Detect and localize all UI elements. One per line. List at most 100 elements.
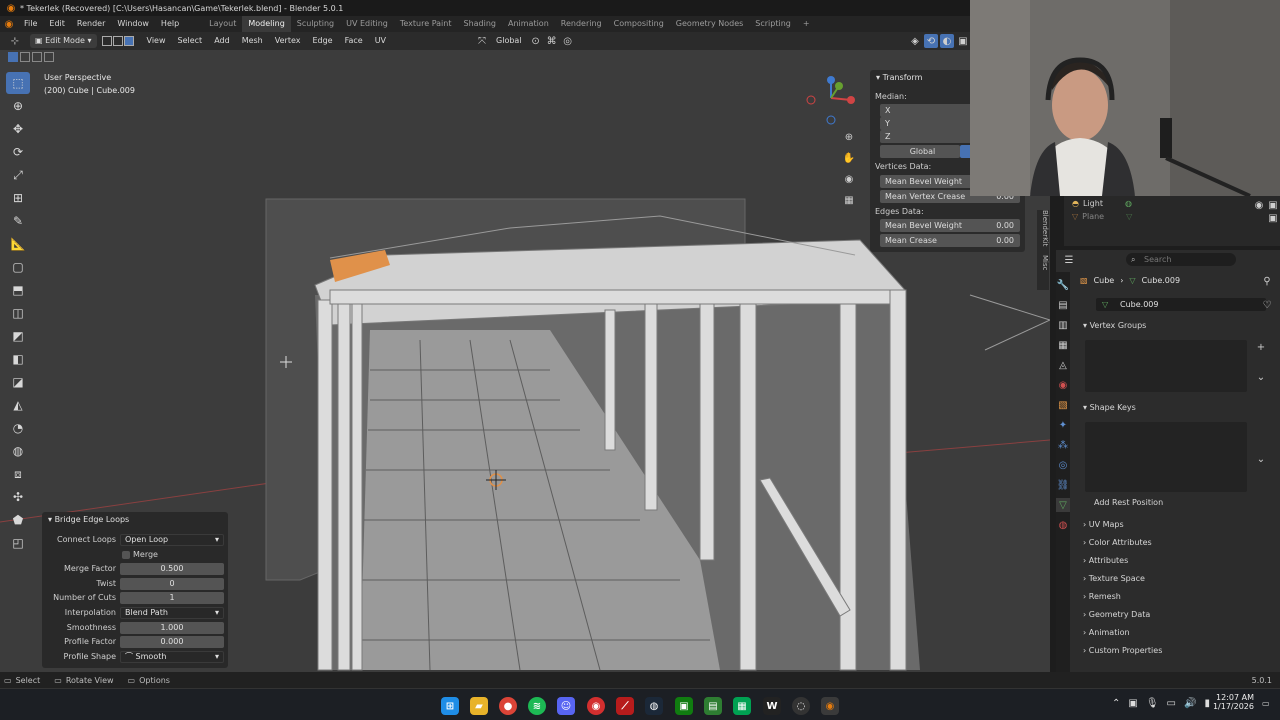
section-remesh[interactable]: › Remesh (1083, 589, 1273, 605)
object-tab-icon[interactable]: ▧ (1056, 398, 1070, 412)
merge-factor-field[interactable]: 0.500 (120, 563, 224, 575)
eye-icon[interactable]: ◉ (1252, 198, 1266, 212)
outliner-row-light[interactable]: ◓ Light ◍ (1072, 199, 1132, 208)
fake-user-icon[interactable]: ♡ (1260, 298, 1274, 312)
select-tool-icon[interactable]: ⬚ (6, 72, 30, 94)
menu-view[interactable]: View (142, 33, 171, 49)
add-rest-position-row[interactable]: Add Rest Position (1086, 495, 1276, 511)
section-geometry-data[interactable]: › Geometry Data (1083, 607, 1273, 623)
props-editor-type-icon[interactable]: ☰ (1062, 253, 1076, 267)
tab-compositing[interactable]: Compositing (608, 16, 670, 32)
section-animation[interactable]: › Animation (1083, 625, 1273, 641)
file-explorer-icon[interactable]: ▰ (470, 697, 488, 715)
camera-view-icon[interactable]: ◉ (842, 172, 856, 186)
menu-uv[interactable]: UV (370, 33, 391, 49)
bridge-header[interactable]: ▾ Bridge Edge Loops (48, 515, 129, 524)
data-tab-icon[interactable]: ▽ (1056, 498, 1070, 512)
measure-tool-icon[interactable]: 📐 (6, 233, 30, 255)
section-attributes[interactable]: › Attributes (1083, 553, 1273, 569)
add-cube-tool-icon[interactable]: ▢ (6, 256, 30, 278)
vertex-groups-panel-header[interactable]: ▾ Vertex Groups (1083, 318, 1273, 334)
chrome-icon[interactable]: ● (499, 697, 517, 715)
face-select-icon[interactable] (123, 36, 134, 46)
select-mode-buttons[interactable] (101, 36, 134, 46)
inset-tool-icon[interactable]: ◫ (6, 302, 30, 324)
ortho-toggle-icon[interactable]: ▦ (842, 193, 856, 207)
select-subtract-icon[interactable] (32, 52, 42, 62)
tab-blenderkit[interactable]: BlenderKit (1041, 210, 1049, 246)
bevel-tool-icon[interactable]: ◩ (6, 325, 30, 347)
vertex-select-icon[interactable] (101, 36, 112, 46)
extrude-tool-icon[interactable]: ⬒ (6, 279, 30, 301)
mode-select[interactable]: ▣ Edit Mode ▾ (30, 34, 97, 48)
overlay-icon[interactable]: ◐ (940, 34, 954, 48)
menu-help[interactable]: Help (155, 16, 185, 32)
smoothness-field[interactable]: 1.000 (120, 622, 224, 634)
edge-crease-field[interactable]: Mean Crease 0.00 (880, 234, 1020, 247)
move-tool-icon[interactable]: ✥ (6, 118, 30, 140)
tab-misc[interactable]: Misc (1041, 255, 1049, 270)
world-tab-icon[interactable]: ◉ (1056, 378, 1070, 392)
edge-bevel-weight-field[interactable]: Mean Bevel Weight 0.00 (880, 219, 1020, 232)
add-workspace-icon[interactable]: + (797, 16, 816, 32)
select-invert-icon[interactable] (44, 52, 54, 62)
edge-select-icon[interactable] (112, 36, 123, 46)
constraints-tab-icon[interactable]: ⛓ (1056, 478, 1070, 492)
smooth-tool-icon[interactable]: ◍ (6, 440, 30, 462)
pin-icon[interactable]: ⚲ (1260, 274, 1274, 288)
vertex-group-menu-icon[interactable]: ⌄ (1254, 370, 1268, 384)
select-box-modes[interactable] (8, 52, 54, 62)
tab-rendering[interactable]: Rendering (555, 16, 608, 32)
network-icon[interactable]: ▭ (1167, 698, 1176, 709)
tab-sculpting[interactable]: Sculpting (291, 16, 340, 32)
steam-icon[interactable]: ◍ (645, 697, 663, 715)
section-texture-space[interactable]: › Texture Space (1083, 571, 1273, 587)
edge-slide-tool-icon[interactable]: ⧈ (6, 463, 30, 485)
spotify-icon[interactable]: ≋ (528, 697, 546, 715)
scale-tool-icon[interactable]: ⤢ (6, 164, 30, 186)
menu-edit[interactable]: Edit (43, 16, 71, 32)
outliner-row-plane[interactable]: ▽ Plane ▽ (1072, 212, 1132, 221)
menu-file[interactable]: File (18, 16, 43, 32)
rotate-tool-icon[interactable]: ⟳ (6, 141, 30, 163)
tab-layout[interactable]: Layout (203, 16, 242, 32)
modifier-tab-icon[interactable]: ✦ (1056, 418, 1070, 432)
rip-tool-icon[interactable]: ◰ (6, 532, 30, 554)
section-custom-properties[interactable]: › Custom Properties (1083, 643, 1273, 659)
notifications-icon[interactable]: ▭ (1262, 699, 1270, 708)
app-slash-icon[interactable]: ⟋ (616, 697, 634, 715)
section-color-attributes[interactable]: › Color Attributes (1083, 535, 1273, 551)
volume-icon[interactable]: 🔊 (1184, 698, 1196, 709)
spin-tool-icon[interactable]: ◔ (6, 417, 30, 439)
transform-header[interactable]: ▾ Transform (876, 73, 922, 82)
microphone-icon[interactable]: 🎙 (1146, 698, 1159, 709)
interpolation-select[interactable]: Blend Path ▾ (120, 607, 224, 619)
blender-menu-icon[interactable]: ◉ (2, 17, 16, 31)
tab-texture-paint[interactable]: Texture Paint (394, 16, 458, 32)
discord-icon[interactable]: ☺ (557, 697, 575, 715)
gizmo-icon[interactable]: ⟲ (924, 34, 938, 48)
app-green2-icon[interactable]: ▦ (733, 697, 751, 715)
visibility-icon[interactable]: ◈ (908, 34, 922, 48)
snap-icon[interactable]: ⌘ (545, 34, 559, 48)
proportional-edit-icon[interactable]: ◎ (561, 34, 575, 48)
mesh-name-field[interactable]: ▽ Cube.009 (1096, 298, 1266, 311)
xray-icon[interactable]: ▣ (956, 34, 970, 48)
output-tab-icon[interactable]: ▥ (1056, 318, 1070, 332)
menu-edge[interactable]: Edge (307, 33, 337, 49)
zoom-icon[interactable]: ⊕ (842, 130, 856, 144)
shape-key-menu-icon[interactable]: ⌄ (1254, 452, 1268, 466)
tray-chevron-icon[interactable]: ⌃ (1112, 698, 1120, 709)
start-icon[interactable]: ⊞ (441, 697, 459, 715)
particles-tab-icon[interactable]: ⁂ (1056, 438, 1070, 452)
material-tab-icon[interactable]: ◍ (1056, 518, 1070, 532)
pan-hand-icon[interactable]: ✋ (842, 151, 856, 165)
view-layer-tab-icon[interactable]: ▦ (1056, 338, 1070, 352)
camera-render-icon-2[interactable]: ▣ (1266, 211, 1280, 225)
menu-window[interactable]: Window (111, 16, 155, 32)
app-red-icon[interactable]: ◉ (587, 697, 605, 715)
orientation-select[interactable]: Global (491, 33, 527, 49)
shrink-tool-icon[interactable]: ✣ (6, 486, 30, 508)
menu-vertex[interactable]: Vertex (270, 33, 306, 49)
shear-tool-icon[interactable]: ⬟ (6, 509, 30, 531)
